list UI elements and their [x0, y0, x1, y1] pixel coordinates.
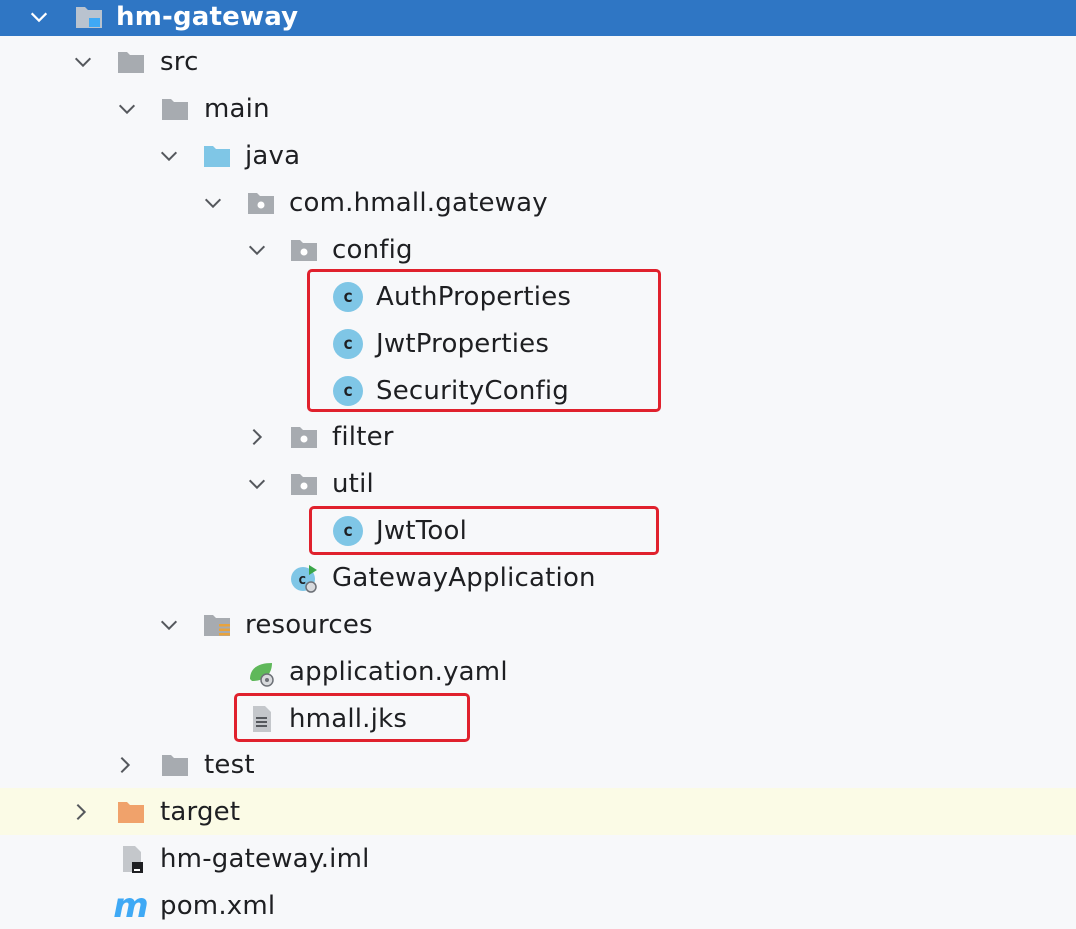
tree-node-resources[interactable]: resources	[0, 601, 1076, 648]
highlight-box-config-classes	[307, 269, 661, 412]
chevron-right-icon[interactable]	[244, 424, 270, 450]
tree-node-label: java	[245, 140, 301, 171]
tree-node-label: main	[204, 93, 270, 124]
chevron-right-icon[interactable]	[112, 752, 138, 778]
tree-node-package-root[interactable]: com.hmall.gateway	[0, 179, 1076, 226]
chevron-down-icon[interactable]	[26, 4, 52, 30]
tree-node-target[interactable]: target	[0, 788, 1076, 835]
package-icon	[287, 467, 321, 501]
tree-node-label: config	[332, 234, 413, 265]
tree-node-label: hm-gateway	[116, 2, 299, 32]
package-icon	[287, 420, 321, 454]
tree-node-test[interactable]: test	[0, 741, 1076, 788]
tree-node-filter[interactable]: filter	[0, 413, 1076, 460]
tree-node-label: test	[204, 749, 255, 780]
tree-node-label: hm-gateway.iml	[160, 843, 370, 874]
tree-node-gateway-application[interactable]: c GatewayApplication	[0, 554, 1076, 601]
tree-node-label: util	[332, 468, 374, 499]
tree-node-application-yaml[interactable]: application.yaml	[0, 648, 1076, 695]
resources-root-folder-icon	[200, 608, 234, 642]
package-icon	[244, 186, 278, 220]
tree-node-label: src	[160, 46, 199, 77]
tree-node-label: application.yaml	[289, 656, 508, 687]
tree-node-label: resources	[245, 609, 373, 640]
chevron-down-icon[interactable]	[156, 612, 182, 638]
folder-icon	[158, 748, 192, 782]
tree-node-pom[interactable]: m pom.xml	[0, 882, 1076, 929]
package-icon	[287, 233, 321, 267]
chevron-down-icon[interactable]	[244, 471, 270, 497]
tree-node-src[interactable]: src	[0, 38, 1076, 85]
tree-node-iml[interactable]: hm-gateway.iml	[0, 835, 1076, 882]
folder-icon	[114, 45, 148, 79]
chevron-down-icon[interactable]	[156, 143, 182, 169]
tree-node-label: target	[160, 796, 241, 827]
tree-node-hm-gateway[interactable]: hm-gateway	[0, 0, 1076, 36]
highlight-box-hmall-jks	[234, 693, 470, 742]
excluded-folder-icon	[114, 795, 148, 829]
spring-yaml-icon	[244, 655, 278, 689]
tree-node-label: GatewayApplication	[332, 562, 596, 593]
source-root-folder-icon	[200, 139, 234, 173]
chevron-down-icon[interactable]	[70, 49, 96, 75]
svg-text:c: c	[298, 572, 306, 588]
module-folder-icon	[72, 0, 106, 34]
tree-node-label: com.hmall.gateway	[289, 187, 548, 218]
tree-node-config[interactable]: config	[0, 226, 1076, 273]
maven-icon: m	[113, 885, 149, 926]
highlight-box-jwt-tool	[309, 506, 659, 555]
chevron-down-icon[interactable]	[244, 237, 270, 263]
tree-node-hmall-jks[interactable]: hmall.jks	[0, 695, 1076, 742]
chevron-down-icon[interactable]	[114, 96, 140, 122]
tree-node-util[interactable]: util	[0, 460, 1076, 507]
tree-node-java[interactable]: java	[0, 132, 1076, 179]
spring-boot-app-icon: c	[287, 561, 321, 595]
tree-node-label: pom.xml	[160, 890, 276, 921]
tree-node-label: filter	[332, 421, 394, 452]
tree-node-main[interactable]: main	[0, 85, 1076, 132]
chevron-right-icon[interactable]	[68, 799, 94, 825]
folder-icon	[158, 92, 192, 126]
chevron-down-icon[interactable]	[200, 190, 226, 216]
iml-file-icon	[114, 842, 148, 876]
